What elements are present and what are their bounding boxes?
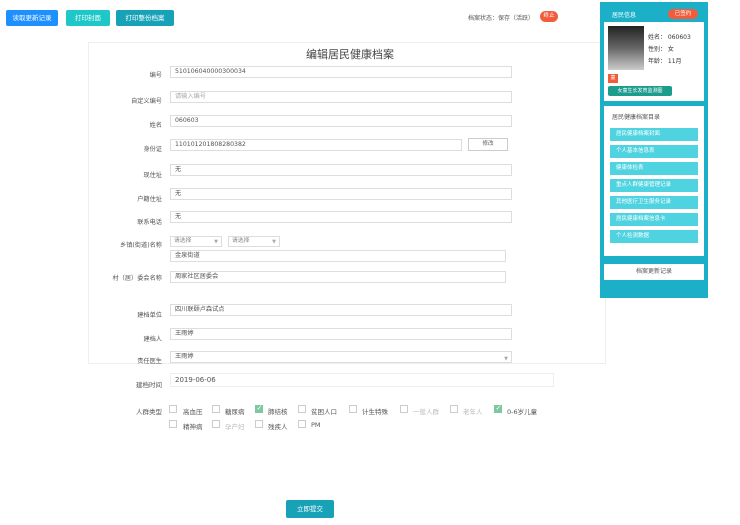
dir-item-other-services[interactable]: 其他医疗卫生服务记录 [610, 196, 698, 209]
group-label: 人群类型 [136, 408, 162, 416]
phone-label: 联系电话 [137, 219, 162, 226]
name-label: 姓名 [149, 122, 162, 129]
chevron-down-icon: ▼ [214, 239, 218, 245]
checkbox-label: 贫困人口 [311, 408, 337, 416]
print-cover-button[interactable]: 打印封面 [66, 10, 110, 26]
child-tag: 童 [608, 74, 618, 83]
village-label: 村（居）委会名称 [112, 275, 163, 282]
date-label: 建档时间 [136, 381, 162, 389]
town-label: 乡镇(街道)名称 [120, 242, 162, 249]
org-input[interactable]: 四川联颐卢森试点 [170, 304, 512, 316]
checkbox-disabled[interactable] [255, 420, 263, 428]
resident-sex: 性别： 女 [648, 46, 674, 53]
checkbox-pm[interactable] [298, 420, 306, 428]
dir-item-info-card[interactable]: 居民健康档案信息卡 [610, 213, 698, 226]
update-records-button[interactable]: 档案更新记录 [604, 264, 704, 280]
phone-input[interactable]: 无 [170, 211, 512, 223]
resident-name: 姓名： 060603 [648, 34, 691, 41]
side-panel: 居民信息 已签约 姓名： 060603 性别： 女 年龄： 11月 童 女童生长… [600, 2, 708, 298]
custom-number-input[interactable]: 请输入编号 [170, 91, 512, 103]
village-input[interactable]: 周家社区居委会 [170, 271, 506, 283]
checkbox-label: PM [311, 421, 321, 429]
dir-item-checkup[interactable]: 健康体检表 [610, 162, 698, 175]
creator-label: 建档人 [143, 336, 162, 343]
dir-item-basic-info[interactable]: 个人基本信息表 [610, 145, 698, 158]
town-select-2-text: 请选择 [232, 238, 250, 244]
id-label: 身份证 [143, 146, 162, 153]
town-select-1[interactable]: 请选择 ▼ [170, 236, 222, 247]
doctor-select[interactable]: 王雨婷 ▼ [170, 351, 512, 363]
submit-button[interactable]: 立即提交 [286, 500, 334, 518]
chevron-down-icon: ▼ [504, 356, 508, 362]
checkbox-general[interactable] [400, 405, 408, 413]
resident-info-header: 居民信息 已签约 [604, 6, 704, 22]
town-select-2[interactable]: 请选择 ▼ [228, 236, 280, 247]
date-input[interactable]: 2019-06-06 [170, 373, 554, 387]
modify-id-button[interactable]: 修改 [468, 138, 508, 151]
print-archive-button[interactable]: 打印整份档案 [116, 10, 174, 26]
chevron-down-icon: ▼ [272, 239, 276, 245]
checkbox-label: 糖尿病 [225, 408, 245, 416]
creator-input[interactable]: 王雨婷 [170, 328, 512, 340]
checkbox-child[interactable] [494, 404, 502, 413]
dir-item-test-data[interactable]: 个人检测数据 [610, 230, 698, 243]
checkbox-pregnant[interactable] [212, 420, 220, 428]
number-input[interactable]: 510106040000300034 [170, 66, 512, 78]
checkbox-tuberculosis[interactable] [255, 404, 263, 413]
household-label: 户籍住址 [137, 196, 162, 203]
checkbox-elderly[interactable] [450, 405, 458, 413]
name-input[interactable]: 060603 [170, 115, 512, 127]
checkbox-label: 肺结核 [268, 408, 288, 416]
avatar [608, 26, 644, 70]
directory-title: 居民健康档案目录 [612, 114, 661, 121]
id-input[interactable]: 110101201808280382 [170, 139, 462, 151]
dir-item-key-groups[interactable]: 重点人群健康管理记录 [610, 179, 698, 192]
household-input[interactable]: 无 [170, 188, 512, 200]
residence-label: 现住址 [143, 172, 162, 179]
checkbox-label: 高血压 [183, 408, 203, 416]
town-input[interactable]: 金泉街道 [170, 250, 506, 262]
archive-status-label: 档案状态：保存（活跃） [468, 15, 535, 22]
checkbox-poverty[interactable] [298, 405, 306, 413]
doctor-label: 责任医生 [137, 358, 162, 365]
checkbox-hypertension[interactable] [169, 405, 177, 413]
number-label: 编号 [149, 72, 162, 79]
checkbox-label: 老年人 [463, 408, 483, 416]
checkbox-label: 精神病 [183, 423, 203, 431]
resident-info-title: 居民信息 [612, 12, 637, 19]
checkbox-label: 残疾人 [268, 423, 288, 431]
checkbox-mental[interactable] [169, 420, 177, 428]
custom-number-label: 自定义编号 [131, 98, 162, 105]
resident-age: 年龄： 11月 [648, 58, 682, 65]
growth-chart-tag[interactable]: 女童生长发育监测图 [608, 86, 672, 96]
dir-item-cover[interactable]: 居民健康档案封面 [610, 128, 698, 141]
checkbox-label: 孕产妇 [225, 423, 245, 431]
archive-directory: 居民健康档案目录 居民健康档案封面 个人基本信息表 健康体检表 重点人群健康管理… [604, 106, 704, 256]
checkbox-label: 0-6岁儿童 [507, 408, 538, 416]
residence-input[interactable]: 无 [170, 164, 512, 176]
checkbox-label: 一般人群 [413, 408, 439, 416]
resident-info-card: 居民信息 已签约 姓名： 060603 性别： 女 年龄： 11月 童 女童生长… [604, 6, 704, 101]
terminate-badge[interactable]: 终止 [540, 11, 558, 22]
org-label: 建档单位 [137, 312, 162, 319]
doctor-select-text: 王雨婷 [175, 353, 194, 360]
town-select-1-text: 请选择 [174, 238, 192, 244]
checkbox-diabetes[interactable] [212, 405, 220, 413]
page-title: 编辑居民健康档案 [306, 48, 394, 61]
read-update-records-button[interactable]: 读取更新记录 [6, 10, 58, 26]
signed-badge: 已签约 [668, 9, 698, 19]
checkbox-family-planning[interactable] [349, 405, 357, 413]
checkbox-label: 计生特殊 [362, 408, 388, 416]
